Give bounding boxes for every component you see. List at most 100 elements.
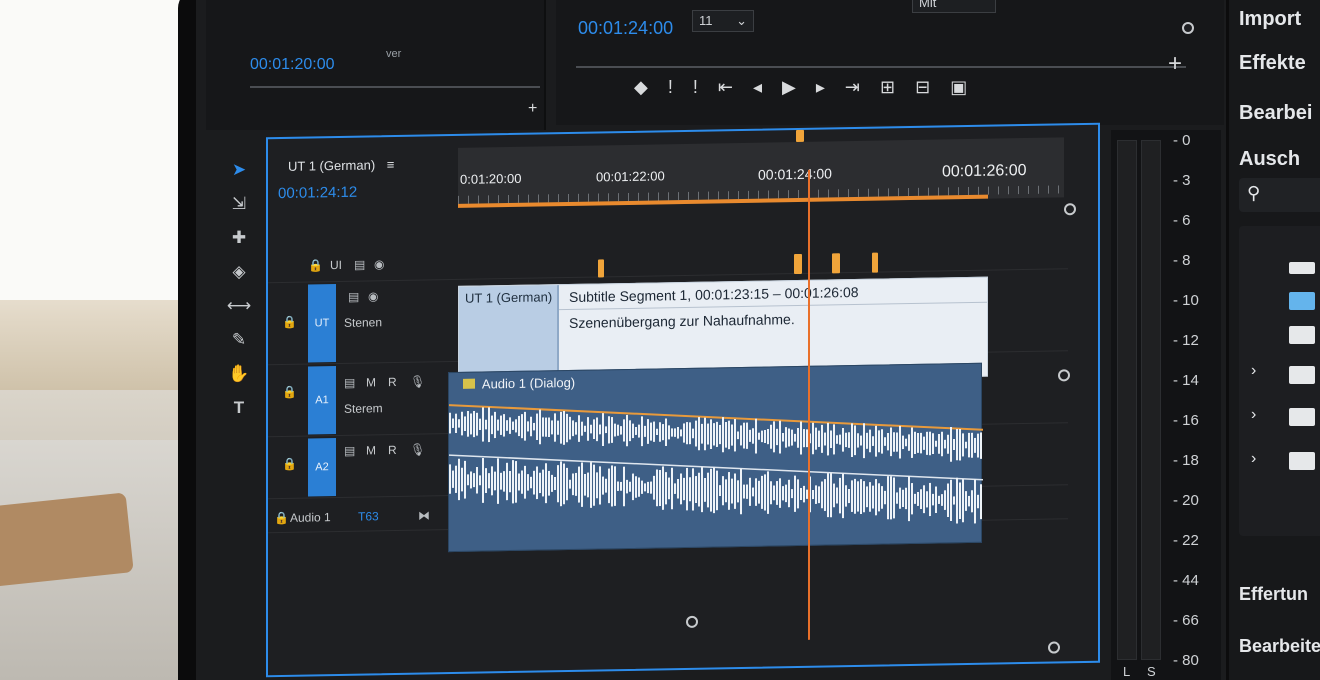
folder-icon[interactable]: [1289, 262, 1315, 274]
insert-icon[interactable]: ⊞: [880, 78, 895, 96]
audio-clip[interactable]: Audio 1 (Dialog): [448, 362, 983, 553]
go-to-out-icon[interactable]: ⇥: [845, 78, 860, 96]
chevron-down-icon: ⌄: [736, 13, 747, 28]
audio1-track-name: Sterem: [344, 401, 383, 416]
ruler-playhead-marker[interactable]: [796, 129, 804, 143]
audio-waveform: [449, 404, 983, 524]
sync-icon[interactable]: ▤: [344, 376, 355, 390]
folder-icon[interactable]: [1289, 408, 1315, 426]
type-icon[interactable]: T: [234, 398, 244, 418]
marker-2[interactable]: [794, 253, 802, 275]
mark-out-icon[interactable]: !: [693, 78, 698, 96]
bin-list: › › ›: [1239, 226, 1320, 536]
subtitle-track-target[interactable]: UT: [308, 284, 336, 363]
meter-scale-label: - 12: [1173, 332, 1199, 349]
horizontal-scroll[interactable]: [686, 615, 698, 628]
chevron-right-icon[interactable]: ›: [1251, 362, 1256, 380]
marker-3[interactable]: [832, 253, 840, 274]
audio-master-value: T63: [358, 509, 379, 524]
selection-arrow-icon[interactable]: ➤: [232, 160, 246, 180]
slip-icon[interactable]: ⟷: [227, 296, 251, 316]
edit-bottom-tab[interactable]: Bearbeite: [1239, 636, 1320, 657]
source-add-button[interactable]: +: [528, 100, 537, 118]
program-scrub-bar[interactable]: [576, 66, 1186, 68]
marker-1[interactable]: [598, 259, 604, 278]
program-top-value: Mit: [919, 0, 937, 10]
lock-icon[interactable]: 🔒: [282, 315, 297, 329]
selection-tab[interactable]: Ausch: [1239, 148, 1300, 171]
bowtie-icon[interactable]: ⧓: [418, 508, 430, 522]
vertical-scroll-mid[interactable]: [1058, 369, 1070, 382]
audio1-record-toggle[interactable]: R: [388, 375, 397, 389]
effects-tab[interactable]: Effekte: [1239, 52, 1306, 75]
time-ruler[interactable]: 0:01:20:00 00:01:22:00 00:01:24:00 00:01…: [458, 137, 1064, 208]
vertical-scroll-bottom[interactable]: [1048, 641, 1060, 654]
source-scrub-bar[interactable]: [250, 86, 540, 88]
lock-icon[interactable]: 🔒: [308, 258, 323, 272]
step-forward-icon[interactable]: ▸: [816, 78, 825, 96]
play-icon[interactable]: ▶: [782, 78, 796, 96]
search-field[interactable]: ⚲: [1239, 178, 1320, 212]
audio1-mute-toggle[interactable]: M: [366, 375, 376, 389]
folder-icon[interactable]: [1289, 326, 1315, 344]
import-tab[interactable]: Import: [1239, 8, 1301, 31]
lock-icon[interactable]: 🔒: [282, 457, 297, 471]
lock-icon[interactable]: 🔒: [282, 385, 297, 399]
chevron-right-icon[interactable]: ›: [1251, 406, 1256, 424]
sync-icon[interactable]: ▤: [354, 258, 365, 272]
audio2-track-target[interactable]: A2: [308, 438, 336, 497]
marker-icon[interactable]: ◆: [634, 78, 648, 96]
meter-scale-label: - 18: [1173, 452, 1199, 469]
audio1-track-target[interactable]: A1: [308, 366, 336, 435]
track-select-forward-icon[interactable]: ⇲: [232, 194, 246, 214]
audio2-mute-toggle[interactable]: M: [366, 443, 376, 457]
audio-clip-icon: [463, 378, 475, 389]
program-add-button[interactable]: +: [1168, 52, 1182, 76]
subtitle-text[interactable]: Szenenübergang zur Nahaufnahme.: [569, 311, 795, 331]
ripple-edit-icon[interactable]: ✚: [232, 228, 246, 248]
sequence-tab[interactable]: UT 1 (German) ≡: [288, 157, 394, 174]
eye-icon[interactable]: ◉: [368, 289, 378, 303]
vertical-scroll-top[interactable]: [1064, 203, 1076, 216]
edit-tab[interactable]: Bearbei: [1239, 102, 1312, 125]
source-timecode[interactable]: 00:01:20:00: [250, 56, 335, 74]
step-back-icon[interactable]: ◂: [753, 78, 762, 96]
program-top-dropdown[interactable]: Mit: [912, 0, 996, 13]
menu-icon[interactable]: ≡: [387, 157, 395, 172]
audio-master-name: Audio 1: [290, 510, 331, 525]
export-frame-icon[interactable]: ▣: [950, 78, 967, 96]
effect-controls-tab[interactable]: Effertun: [1239, 584, 1308, 605]
razor-icon[interactable]: ◈: [232, 262, 245, 282]
folder-icon[interactable]: [1289, 452, 1315, 470]
chevron-right-icon[interactable]: ›: [1251, 450, 1256, 468]
lock-icon[interactable]: 🔒: [274, 511, 289, 525]
timeline-timecode[interactable]: 00:01:24:12: [278, 184, 357, 202]
program-zoom-handle[interactable]: [1182, 22, 1194, 34]
marker-4[interactable]: [872, 252, 878, 273]
meter-scale-label: - 3: [1173, 172, 1191, 189]
mark-in-icon[interactable]: !: [668, 78, 673, 96]
hand-icon[interactable]: ✋: [228, 364, 249, 384]
program-timecode[interactable]: 00:01:24:00: [578, 18, 673, 39]
ruler-label-3: 00:01:26:00: [942, 162, 1027, 181]
meter-scale-label: - 14: [1173, 372, 1199, 389]
audio-clip-name: Audio 1 (Dialog): [481, 374, 576, 392]
editor-screen: 00:01:20:00 ver + 00:01:24:00 11 ⌄ Mit ◆…: [196, 0, 1320, 680]
meter-scale-label: - 44: [1173, 572, 1199, 589]
sync-icon[interactable]: ▤: [348, 290, 359, 304]
meter-scale-label: - 80: [1173, 652, 1199, 669]
microphone-icon[interactable]: 🎙: [410, 442, 425, 456]
playhead[interactable]: [808, 169, 810, 640]
overwrite-icon[interactable]: ⊟: [915, 78, 930, 96]
meter-scale-label: - 0: [1173, 132, 1191, 149]
sync-icon[interactable]: ▤: [344, 444, 355, 458]
program-fit-dropdown[interactable]: 11 ⌄: [692, 10, 754, 32]
background-coaster: [0, 492, 134, 588]
folder-icon[interactable]: [1289, 366, 1315, 384]
audio-file-icon[interactable]: [1289, 292, 1315, 310]
eye-icon[interactable]: ◉: [374, 257, 384, 271]
audio2-record-toggle[interactable]: R: [388, 443, 397, 457]
microphone-icon[interactable]: 🎙: [410, 374, 425, 388]
pen-icon[interactable]: ✎: [232, 330, 246, 350]
go-to-in-icon[interactable]: ⇤: [718, 78, 733, 96]
